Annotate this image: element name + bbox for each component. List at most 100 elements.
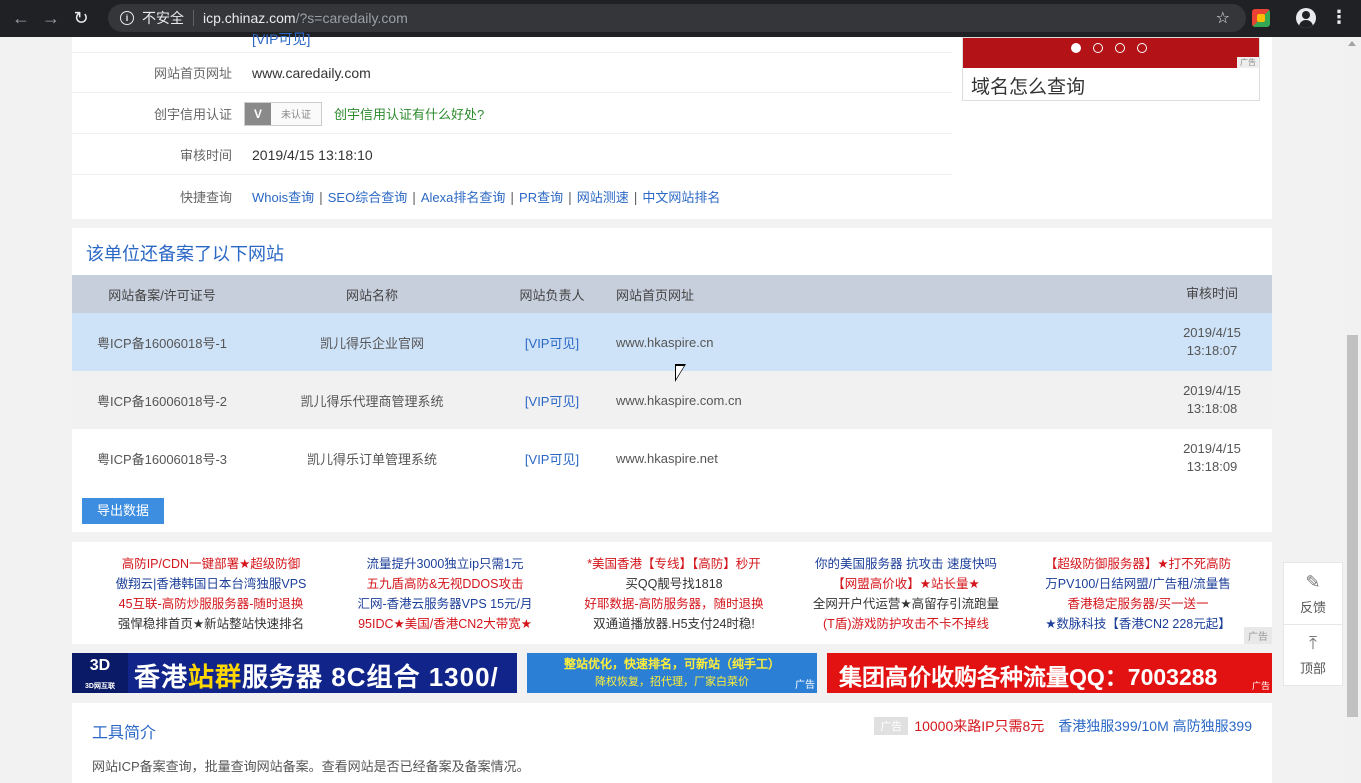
ad-link[interactable]: *美国香港【专线】【高防】秒开	[559, 554, 789, 574]
info-icon[interactable]: i	[120, 11, 134, 25]
ad-link[interactable]: (T盾)游戏防护攻击不卡不掉线	[791, 614, 1021, 634]
cell-time: 2019/4/15 13:18:07	[1152, 324, 1272, 360]
cell-owner-vip-link[interactable]: [VIP可见]	[492, 449, 612, 468]
col-header-url: 网站首页网址	[616, 287, 695, 303]
feedback-button[interactable]: ✎ 反馈	[1284, 563, 1342, 624]
quick-label: 快捷查询	[179, 189, 232, 205]
ad-column-3: *美国香港【专线】【高防】秒开 买QQ靓号找1818 好耶数据-高防服务器，随时…	[559, 554, 789, 634]
bookmark-star-icon[interactable]: ☆	[1216, 8, 1230, 28]
carousel-dot[interactable]	[1071, 43, 1081, 53]
table-header: 网站备案/许可证号 网站名称 网站负责人 网站首页网址 审核时间	[72, 275, 1272, 313]
divider: |	[568, 188, 572, 205]
ad-link[interactable]: 买QQ靓号找1818	[559, 574, 789, 594]
page-scrollbar[interactable]	[1344, 37, 1361, 783]
homepage-label: 网站首页网址	[153, 66, 232, 81]
ad-column-4: 你的美国服务器 抗攻击 速度快吗 【网盟高价收】★站长量★ 全网开户代运营★高留…	[791, 554, 1021, 634]
logo-text: 3D	[89, 657, 111, 674]
cell-owner-vip-link[interactable]: [VIP可见]	[492, 333, 612, 352]
credit-info-link[interactable]: 创宇信用认证有什么好处?	[334, 104, 484, 123]
feedback-label: 反馈	[1299, 599, 1326, 615]
ad-link[interactable]: 双通道播放器.H5支付24时稳!	[559, 614, 789, 634]
cell-name: 凯儿得乐代理商管理系统	[300, 393, 444, 409]
ad-link[interactable]: ★数脉科技【香港CN2 228元起】	[1023, 614, 1253, 634]
review-value: 2019/4/15 13:18:10	[252, 146, 373, 163]
banner-ad-traffic[interactable]: 集团高价收购各种流量QQ：7003288 广告	[827, 653, 1272, 693]
ad-link[interactable]: 高防IP/CDN一键部署★超级防御	[96, 554, 326, 574]
ad-tag: 广告	[874, 717, 909, 735]
scroll-up-icon[interactable]	[1348, 41, 1356, 46]
cell-date: 2019/4/15	[1183, 441, 1241, 456]
homepage-value: www.caredaily.com	[252, 64, 371, 81]
ad-link[interactable]: 香港独服399/10M 高防独服399	[1058, 716, 1252, 736]
carousel-dot[interactable]	[1093, 43, 1103, 53]
review-label: 审核时间	[179, 148, 232, 163]
cell-time: 2019/4/15 13:18:09	[1152, 440, 1272, 476]
forward-icon[interactable]: →	[36, 4, 66, 34]
banner-text-b: 站群	[188, 662, 243, 692]
ad-link[interactable]: 汇网-香港云服务器VPS 15元/月	[330, 594, 560, 614]
ad-link[interactable]: 【超级防御服务器】★打不死高防	[1023, 554, 1253, 574]
ad-link[interactable]: 10000来路IP只需8元	[914, 716, 1044, 736]
ad-link[interactable]: 流量提升3000独立ip只需1元	[330, 554, 560, 574]
ad-link[interactable]: 95IDC★美国/香港CN2大带宽★	[330, 614, 560, 634]
url-path: /?s=caredaily.com	[295, 10, 408, 26]
credit-label: 创宇信用认证	[153, 107, 232, 122]
ad-link[interactable]: 五九盾高防&无视DDOS攻击	[330, 574, 560, 594]
credit-badge-text: 未认证	[281, 110, 311, 121]
text-ads-panel: 高防IP/CDN一键部署★超级防御 傲翔云|香港韩国日本台湾独服VPS 45互联…	[72, 542, 1272, 644]
back-icon[interactable]: ←	[6, 4, 36, 34]
carousel-dot[interactable]	[1115, 43, 1125, 53]
banner-ad-hk-server[interactable]: 3D 3D网互联 香港站群服务器 8C组合 1300/月	[72, 653, 517, 693]
divider: |	[412, 188, 416, 205]
banner-text-a: 香港	[134, 662, 189, 692]
ad-link[interactable]: 你的美国服务器 抗攻击 速度快吗	[791, 554, 1021, 574]
alexa-link[interactable]: Alexa排名查询	[421, 190, 506, 205]
ad-link[interactable]: 全网开户代运营★高留存引流跑量	[791, 594, 1021, 614]
ad-link[interactable]: 45互联-高防炒服服务器-随时退换	[96, 594, 326, 614]
export-data-button[interactable]: 导出数据	[82, 498, 164, 524]
seo-link[interactable]: SEO综合查询	[328, 190, 407, 205]
tool-ad: 广告 10000来路IP只需8元 香港独服399/10M 高防独服399	[874, 716, 1252, 736]
ad-column-5: 【超级防御服务器】★打不死高防 万PV100/日结网盟/广告租/流量售 香港稳定…	[1023, 554, 1253, 634]
cn-rank-link[interactable]: 中文网站排名	[642, 190, 720, 205]
side-ad-banner[interactable]: 广告	[963, 38, 1259, 68]
profile-avatar-icon[interactable]	[1296, 8, 1316, 28]
cell-name: 凯儿得乐企业官网	[319, 335, 424, 351]
col-header-name: 网站名称	[345, 287, 398, 303]
cell-license: 粤ICP备16006018号-3	[96, 451, 228, 467]
cell-clock: 13:18:09	[1186, 459, 1238, 474]
logo-subtext: 3D网互联	[85, 683, 115, 690]
scroll-thumb[interactable]	[1347, 335, 1358, 717]
ad-column-1: 高防IP/CDN一键部署★超级防御 傲翔云|香港韩国日本台湾独服VPS 45互联…	[96, 554, 326, 634]
cell-owner-vip-link[interactable]: [VIP可见]	[492, 391, 612, 410]
side-ad[interactable]: 广告 域名怎么查询	[962, 37, 1260, 101]
credit-v-icon: V	[245, 102, 271, 125]
cell-license: 粤ICP备16006018号-2	[96, 393, 228, 409]
url-host: icp.chinaz.com	[203, 10, 296, 26]
cell-date: 2019/4/15	[1183, 383, 1241, 398]
cell-url: www.hkaspire.cn	[616, 334, 714, 350]
ad-link[interactable]: 强悍稳排首页★新站整站快速排名	[96, 614, 326, 634]
pr-link[interactable]: PR查询	[519, 190, 563, 205]
ad-link[interactable]: 【网盟高价收】★站长量★	[791, 574, 1021, 594]
cell-license: 粤ICP备16006018号-1	[96, 335, 228, 351]
info-value-cut[interactable]: [VIP可见]	[252, 29, 310, 49]
side-ad-title[interactable]: 域名怎么查询	[971, 72, 1085, 99]
speedtest-link[interactable]: 网站测速	[577, 190, 629, 205]
extension-icon[interactable]	[1252, 9, 1270, 27]
cell-date: 2019/4/15	[1183, 325, 1241, 340]
ad-link[interactable]: 香港稳定服务器/买一送一	[1023, 594, 1253, 614]
carousel-dot[interactable]	[1137, 43, 1147, 53]
divider: |	[633, 188, 638, 205]
whois-link[interactable]: Whois查询	[252, 190, 314, 205]
ad-link[interactable]: 好耶数据-高防服务器，随时退换	[559, 594, 789, 614]
ad-link[interactable]: 傲翔云|香港韩国日本台湾独服VPS	[96, 574, 326, 594]
col-header-owner: 网站负责人	[519, 287, 585, 303]
credit-badge[interactable]: V 未认证	[244, 101, 322, 126]
back-to-top-button[interactable]: ⤒ 顶部	[1284, 624, 1342, 685]
menu-kebab-icon[interactable]: ⋮	[1330, 7, 1348, 28]
ad-link[interactable]: 万PV100/日结网盟/广告租/流量售	[1023, 574, 1253, 594]
banner-ad-seo[interactable]: 整站优化，快速排名，可新站（纯手工） 降权恢复，招代理，厂家白菜价 广告	[527, 653, 817, 693]
cell-url: www.hkaspire.net	[616, 450, 718, 466]
col-header-license: 网站备案/许可证号	[108, 287, 216, 303]
